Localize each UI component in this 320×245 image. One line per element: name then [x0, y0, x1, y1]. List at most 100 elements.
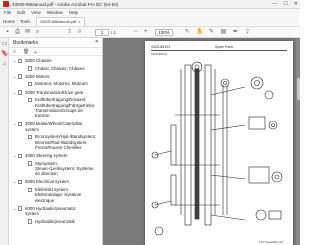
mast-rail-left [184, 64, 192, 226]
zoom-level-input[interactable]: 100% [155, 29, 173, 36]
bookmark-page-icon [18, 179, 22, 185]
bookmark-label: électrique [35, 197, 55, 203]
acrobat-icon [3, 1, 9, 7]
expand-caret-icon[interactable]: ⌄ [13, 179, 16, 184]
attachment-icon[interactable]: ⌂ [1, 61, 8, 68]
search-icon[interactable]: ⌕ [34, 29, 41, 36]
expand-caret-icon[interactable]: ⌄ [13, 206, 16, 211]
document-viewer[interactable]: 9328-88103 Spare Parts 9328-88103 1-97 I… [103, 38, 300, 245]
bookmark-label: Elektriskt system; [35, 187, 70, 192]
close-panel-button[interactable]: ✕ [95, 39, 99, 45]
zoom-in-icon[interactable]: + [142, 29, 149, 36]
menu-help[interactable]: Help [69, 10, 78, 15]
tab-document[interactable]: 33009-88Manual.pdf × [35, 16, 85, 26]
page-number-input[interactable]: 1 [95, 29, 109, 36]
share-icon[interactable]: ⇪ [244, 29, 251, 36]
page-footer: 1-97 Issue/Rev 02 [258, 240, 283, 244]
window-controls: — ☐ ✕ [272, 0, 298, 9]
bookmark-page-icon [28, 81, 32, 87]
title-bar: 33009-88Manual.pdf - Adobe Acrobat Pro D… [0, 0, 300, 9]
sign-icon[interactable]: ✒ [232, 29, 239, 36]
tab-close-icon[interactable]: × [78, 19, 80, 24]
bookmark-entry[interactable]: Motoren; Motores; Moteurs [28, 81, 101, 87]
page-thumbnails-icon[interactable]: ▭ [1, 41, 8, 48]
navigation-rail: ▭ 🔖 ⌂ [0, 38, 9, 245]
expand-caret-icon[interactable]: ⌄ [13, 74, 16, 79]
zoom-out-icon[interactable]: − [132, 29, 139, 36]
bookmark-section[interactable]: ⌄ 5000 Electrical system [13, 179, 101, 185]
expand-caret-icon[interactable]: ⌄ [13, 90, 16, 95]
bookmark-section[interactable]: ⌄ 1000 Motors [13, 73, 101, 79]
bookmark-entry[interactable]: traction [35, 113, 101, 118]
minimize-button[interactable]: — [272, 0, 277, 9]
email-icon[interactable]: ✉ [24, 29, 31, 36]
bookmarks-toolbar: ≡ 🗑 ＋ [9, 48, 102, 56]
bookmark-entry[interactable]: de direction [35, 171, 101, 176]
bookmark-icon[interactable]: 🔖 [1, 51, 8, 58]
page-up-icon[interactable]: ⇧ [66, 29, 73, 36]
hand-tool-icon[interactable]: ✋ [196, 29, 203, 36]
bookmark-entry[interactable]: Chassi; Chassis; Châssis [28, 66, 101, 71]
bookmark-section[interactable]: ⌄ 4000 Steering system [13, 153, 101, 158]
vertical-scrollbar[interactable] [296, 38, 300, 245]
bookmark-label: 4000 Steering system [25, 153, 68, 158]
menu-edit[interactable]: Edit [17, 10, 25, 15]
bookmark-label: Freins/Roues/ Chenilles [35, 144, 82, 150]
menu-view[interactable]: View [31, 10, 41, 15]
page-heading: Spare Parts [215, 45, 233, 49]
expand-caret-icon[interactable]: ⌄ [13, 121, 16, 126]
bookmark-label: 3000 Brake/Wheel/Caterpillar [25, 121, 83, 127]
expand-caret-icon[interactable]: ⌄ [13, 58, 16, 63]
bookmark-section[interactable]: system [25, 127, 101, 132]
bookmark-page-icon [18, 121, 22, 127]
bookmark-page-icon [18, 74, 22, 79]
options-icon[interactable]: ≡ [13, 49, 16, 55]
bookmark-label: system [25, 211, 39, 217]
comment-icon[interactable]: ✎ [208, 29, 215, 36]
print-icon[interactable]: ⎙ [14, 29, 21, 36]
parts-diagram [151, 61, 283, 236]
delete-bookmark-icon[interactable]: 🗑 [23, 49, 29, 55]
bookmark-label: Motoren; Motores; Moteurs [35, 81, 88, 87]
bookmark-page-icon [18, 58, 22, 63]
menu-window[interactable]: Window [47, 10, 63, 15]
bookmark-label: 6000 Hydraulic/pneumatic [25, 205, 76, 211]
bookmark-label: Bromsystem/Hjul-/Bandsystem; [35, 134, 97, 140]
highlight-icon[interactable]: ▤ [220, 29, 227, 36]
bookmark-page-icon [28, 66, 32, 71]
bookmark-label: de direction [35, 171, 58, 177]
bookmark-entry[interactable]: Hydraulik/pneumatik [28, 219, 101, 224]
tab-bar: Home Tools 33009-88Manual.pdf × [0, 16, 300, 27]
page-down-icon[interactable]: ⇩ [76, 29, 83, 36]
close-button[interactable]: ✕ [294, 0, 298, 9]
mast-rail-right [204, 64, 212, 226]
menu-file[interactable]: File [4, 10, 11, 15]
bookmark-label: 0000 Chassis [25, 58, 52, 63]
bookmark-section[interactable]: ⌄ 2000 Transmission/Drive gear [13, 89, 101, 95]
bookmark-label: Kraftübertragung/Drivaxel; [35, 97, 87, 103]
maximize-button[interactable]: ☐ [283, 0, 287, 9]
tab-tools[interactable]: Tools [20, 19, 31, 24]
bookmarks-title: Bookmarks [13, 39, 39, 46]
bookmark-label: traction [35, 113, 50, 119]
select-tool-icon[interactable]: ↖ [184, 29, 191, 36]
lift-chain [194, 68, 200, 220]
add-bookmark-icon[interactable]: ＋ [33, 49, 38, 56]
expand-caret-icon[interactable]: ⌄ [13, 153, 16, 158]
bookmark-label: 2000 Transmission/Drive gear [25, 89, 84, 95]
bookmark-label: Bremse/Rad-/Bandsystem; [35, 139, 88, 145]
bookmarks-header: Bookmarks ✕ [9, 38, 102, 48]
bookmark-entry[interactable]: Freins/Roues/ Chenilles [35, 145, 101, 150]
scrollbar-thumb[interactable] [296, 78, 300, 100]
bookmark-label: 1000 Motors [25, 73, 50, 79]
save-icon[interactable]: ▪ [4, 29, 11, 36]
tab-home[interactable]: Home [3, 19, 15, 24]
bookmarks-panel: Bookmarks ✕ ≡ 🗑 ＋ ⌄ 0000 Chassis Chassi; C… [9, 38, 103, 245]
tool-bar: ▪ ⎙ ✉ ⌕ ⇧ ⇩ 1 / 1 − + 100% ↖ ✋ ✎ ▤ ✒ ⇪ [0, 27, 300, 38]
page-count: / 1 [111, 30, 117, 35]
bookmark-section[interactable]: ⌄ 0000 Chassis [13, 58, 101, 63]
window-title: 33009-88Manual.pdf - Adobe Acrobat Pro D… [12, 1, 119, 7]
bookmark-entry[interactable]: électrique [35, 198, 101, 203]
bookmark-section[interactable]: system [25, 211, 101, 216]
header-rule [151, 50, 287, 51]
